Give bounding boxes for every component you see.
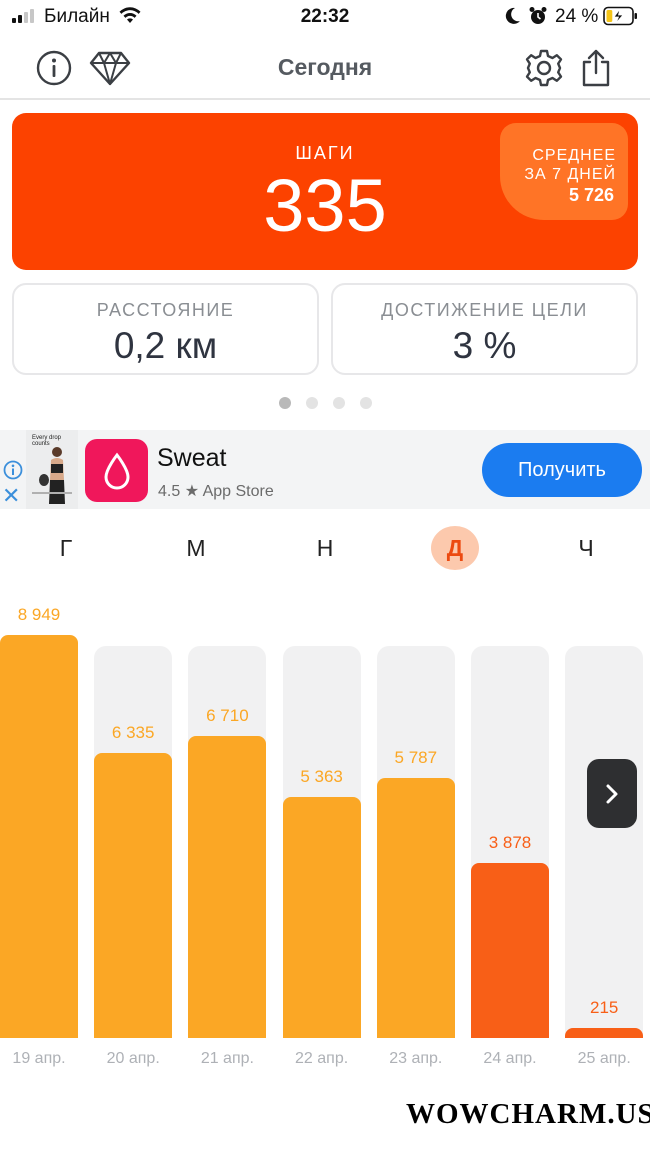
bar-value-label: 6 335 xyxy=(111,722,155,742)
bar-value-label: 5 787 xyxy=(394,747,438,767)
bar-4[interactable] xyxy=(376,777,455,1038)
ad-thumbnail[interactable]: Every drop counts xyxy=(26,430,78,509)
weekday-0[interactable]: Г xyxy=(42,526,90,570)
page-dot[interactable] xyxy=(305,397,318,409)
sweat-app-icon[interactable] xyxy=(85,439,148,502)
weekday-3[interactable]: Д xyxy=(431,526,479,570)
average-value: 5 726 xyxy=(568,185,614,205)
ad-close-icon[interactable]: ✕ xyxy=(2,485,20,507)
bar-3[interactable] xyxy=(282,796,361,1038)
date-label: 22 апр. xyxy=(295,1050,349,1067)
bar-value-label: 6 710 xyxy=(206,706,249,726)
page-dot[interactable] xyxy=(332,397,345,409)
average-label-line2: ЗА 7 ДНЕЙ xyxy=(524,166,616,183)
gear-icon xyxy=(525,49,563,87)
bar-2[interactable] xyxy=(188,736,267,1038)
weekday-2[interactable]: Н xyxy=(301,526,349,570)
page-dot[interactable] xyxy=(278,397,291,409)
weekly-average-box: СРЕДНЕЕ ЗА 7 ДНЕЙ 5 726 xyxy=(500,123,628,220)
ad-app-name[interactable]: Sweat xyxy=(157,444,226,473)
ad-banner[interactable]: ✕ Every drop counts Sweat 4.5 ★ App Stor… xyxy=(0,430,650,509)
ad-app-rating: 4.5 ★ App Store xyxy=(158,483,274,500)
page-indicator[interactable] xyxy=(0,397,650,409)
steps-bar-chart[interactable]: 8 949 19 апр. 6 335 20 апр. 6 710 21 апр. 5 36… xyxy=(0,605,650,1080)
date-label: 21 апр. xyxy=(200,1050,254,1067)
bar-value-label: 5 363 xyxy=(300,766,343,786)
date-label: 20 апр. xyxy=(106,1050,160,1067)
goal-label: ДОСТИЖЕНИЕ ЦЕЛИ xyxy=(381,300,588,320)
next-week-button[interactable] xyxy=(587,759,637,828)
adchoices-icon[interactable] xyxy=(3,460,23,480)
bar-5[interactable] xyxy=(471,863,549,1038)
date-label: 19 апр. xyxy=(12,1050,66,1067)
goal-card[interactable]: ДОСТИЖЕНИЕ ЦЕЛИ 3 % xyxy=(331,283,638,375)
bar-1[interactable] xyxy=(94,752,173,1038)
drop-icon xyxy=(103,452,130,489)
status-time: 22:32 xyxy=(300,6,350,27)
distance-card[interactable]: РАССТОЯНИЕ 0,2 км xyxy=(12,283,319,375)
bar-0[interactable] xyxy=(0,635,78,1038)
weekday-4[interactable]: Ч xyxy=(562,526,610,570)
settings-button[interactable] xyxy=(522,46,566,90)
steps-card[interactable]: ШАГИ 335 СРЕДНЕЕ ЗА 7 ДНЕЙ 5 726 xyxy=(12,113,638,270)
page-dot[interactable] xyxy=(359,397,372,409)
battery-percent: 24 % xyxy=(555,6,599,27)
average-label-line1: СРЕДНЕЕ xyxy=(532,147,616,164)
weekday-1[interactable]: М xyxy=(172,526,220,570)
goal-value: 3 % xyxy=(452,325,517,366)
bar-track[interactable] xyxy=(565,646,644,1038)
date-label: 25 апр. xyxy=(577,1050,631,1067)
bar-value-label: 3 878 xyxy=(488,833,532,853)
status-bar: Билайн 22:32 24 % xyxy=(0,0,650,34)
watermark: WOWCHARM.US xyxy=(406,1098,650,1130)
distance-value: 0,2 км xyxy=(113,325,218,366)
date-label: 24 апр. xyxy=(483,1050,537,1067)
bar-6[interactable] xyxy=(565,1028,644,1038)
date-label: 23 апр. xyxy=(389,1050,443,1067)
chevron-right-icon xyxy=(606,784,618,803)
ad-thumbnail-image xyxy=(32,447,72,504)
battery-icon xyxy=(603,6,637,26)
bar-value-label: 8 949 xyxy=(17,605,61,625)
share-button[interactable] xyxy=(574,46,618,90)
moon-icon xyxy=(505,7,520,24)
bar-value-label: 215 xyxy=(590,998,619,1018)
distance-label: РАССТОЯНИЕ xyxy=(96,300,235,320)
share-icon xyxy=(582,49,610,87)
get-app-button[interactable]: Получить xyxy=(482,443,642,497)
top-nav-bar: Сегодня xyxy=(0,34,650,100)
alarm-icon xyxy=(529,7,547,24)
